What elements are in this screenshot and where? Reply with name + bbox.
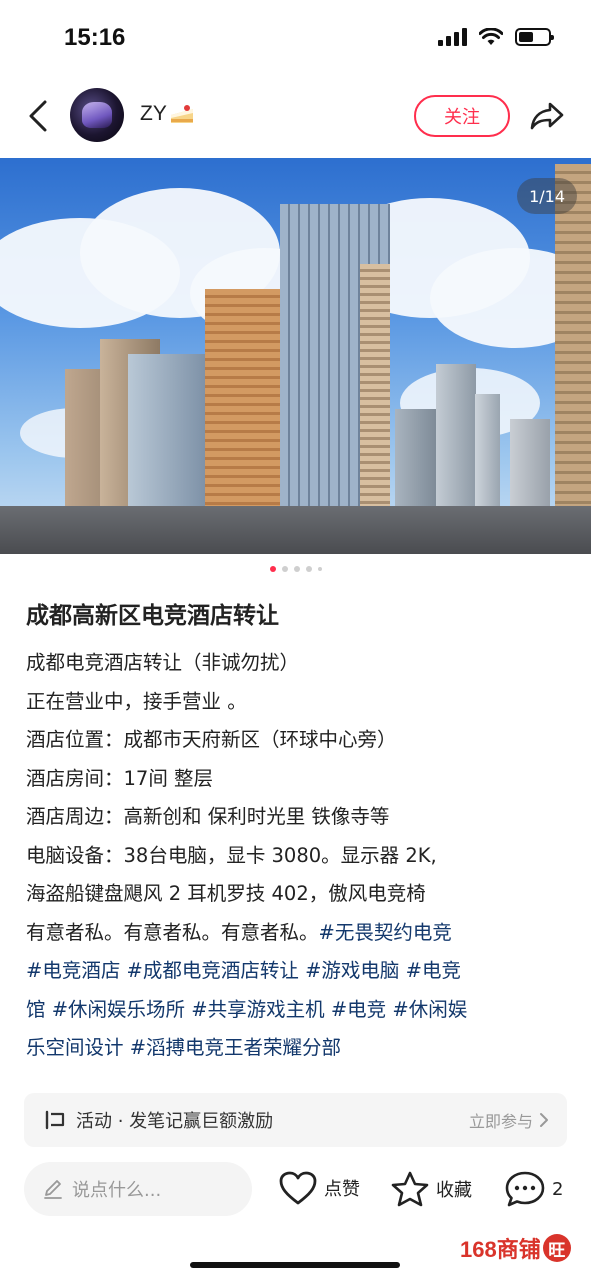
hashtag[interactable]: #电竞酒店: [26, 959, 120, 982]
hashtag[interactable]: #滔搏电竞王者荣耀分部: [130, 1036, 341, 1059]
pencil-icon: [44, 1180, 62, 1199]
cellular-signal-icon: [438, 28, 467, 46]
post-body: 成都电竞酒店转让（非诚勿扰） 正在营业中，接手营业 。 酒店位置：成都市天府新区…: [26, 644, 571, 1068]
hashtag[interactable]: #共享游戏主机: [191, 998, 324, 1021]
carousel-dot[interactable]: [293, 566, 300, 572]
post-header: ZY 关注: [0, 80, 591, 158]
bottom-action-bar: 说点什么... 点赞 收藏 2: [0, 1160, 591, 1220]
collect-label: 收藏: [436, 1180, 472, 1201]
body-line: 海盗船键盘飓风 2 耳机罗技 402，傲风电竞椅: [26, 882, 426, 905]
like-label: 点赞: [324, 1179, 360, 1200]
hashtag-line: 馆 #休闲娱乐场所 #共享游戏主机 #电竞 #休闲娱: [26, 991, 571, 1030]
status-time: 15:16: [64, 24, 126, 51]
comment-count: 2: [552, 1178, 564, 1200]
hashtag[interactable]: #电竞: [406, 959, 461, 982]
hashtag[interactable]: #成都电竞酒店转让: [127, 959, 299, 982]
carousel-dot[interactable]: [317, 567, 322, 571]
battery-icon: [515, 28, 554, 46]
watermark-logo: 168商铺 旺: [460, 1232, 571, 1264]
activity-cta-label: 立即参与: [468, 1112, 533, 1131]
home-indicator: [190, 1262, 400, 1268]
carousel-dot[interactable]: [269, 566, 276, 572]
body-line: 酒店房间：17间 整层: [26, 766, 214, 790]
hashtag-line: 乐空间设计 #滔搏电竞王者荣耀分部: [26, 1029, 571, 1068]
hashtag-line: #电竞酒店 #成都电竞酒店转让 #游戏电脑 #电竞: [26, 952, 571, 991]
body-line: 酒店位置：成都市天府新区（环球中心旁）: [26, 728, 397, 751]
status-bar: 15:16: [0, 0, 591, 80]
comment-bubble-icon: [505, 1171, 545, 1207]
carousel-dot[interactable]: [305, 566, 312, 572]
watermark-text: 168商铺: [460, 1237, 541, 1262]
chevron-left-icon: [29, 100, 47, 132]
share-button[interactable]: [526, 96, 568, 136]
follow-button[interactable]: 关注: [414, 95, 510, 137]
image-counter: 1/14: [517, 178, 577, 214]
hashtag[interactable]: #休闲娱乐场所: [52, 998, 185, 1021]
activity-join-link[interactable]: 立即参与: [469, 1108, 549, 1132]
post-image[interactable]: 1/14: [0, 158, 591, 554]
comment-placeholder: 说点什么...: [72, 1180, 162, 1201]
avatar[interactable]: [70, 88, 124, 142]
hashtag[interactable]: #电竞: [331, 998, 386, 1021]
post-title: 成都高新区电竞酒店转让: [26, 603, 279, 629]
body-text: 有意者私。有意者私。有意者私。: [26, 920, 319, 944]
activity-banner[interactable]: 活动 · 发笔记赢巨额激励 立即参与: [24, 1093, 567, 1147]
body-line: 电脑设备：38台电脑，显卡 3080。显示器 2K,: [26, 843, 437, 867]
hashtag[interactable]: 馆: [26, 998, 46, 1021]
carousel-dot[interactable]: [281, 566, 288, 572]
wifi-icon: [479, 28, 503, 45]
hashtag[interactable]: #无畏契约电竞: [319, 921, 452, 944]
body-line: 有意者私。有意者私。有意者私。#无畏契约电竞: [26, 914, 571, 953]
watermark-badge: 旺: [542, 1234, 571, 1262]
heart-icon: [279, 1171, 317, 1205]
chevron-right-icon: [540, 1113, 548, 1127]
body-line: 成都电竞酒店转让（非诚勿扰）: [26, 651, 300, 674]
share-icon: [530, 102, 564, 130]
status-icons: [438, 28, 554, 46]
cake-icon: [170, 105, 193, 123]
hashtag[interactable]: 乐空间设计: [26, 1036, 124, 1059]
hashtag[interactable]: #游戏电脑: [305, 959, 399, 982]
author-name[interactable]: ZY: [140, 102, 195, 126]
activity-text: 活动 · 发笔记赢巨额激励: [76, 1111, 274, 1132]
carousel-dots: [0, 566, 591, 572]
body-line: 酒店周边：高新创和 保利时光里 铁像寺等: [26, 805, 390, 828]
body-line: 正在营业中，接手营业 。: [26, 689, 247, 713]
author-name-text: ZY: [140, 102, 167, 125]
comment-button[interactable]: 2: [504, 1170, 563, 1208]
back-button[interactable]: [20, 96, 56, 136]
collect-button[interactable]: 收藏: [390, 1170, 472, 1208]
like-button[interactable]: 点赞: [278, 1170, 360, 1206]
activity-flag-icon: [45, 1110, 65, 1130]
comment-input[interactable]: 说点什么...: [24, 1162, 252, 1216]
hashtag[interactable]: #休闲娱: [392, 998, 467, 1021]
star-icon: [391, 1171, 429, 1207]
